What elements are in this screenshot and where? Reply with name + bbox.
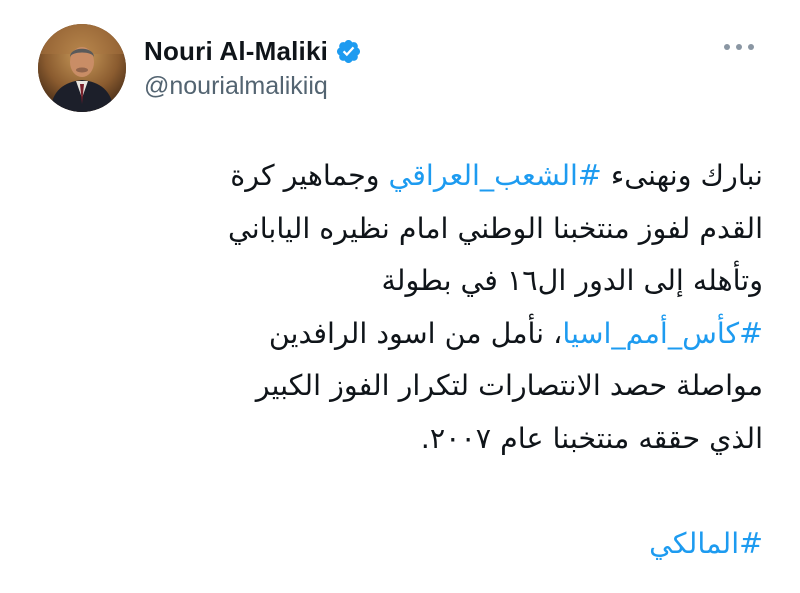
hashtag-link[interactable]: #المالكي xyxy=(649,527,763,560)
tweet-text-segment: نبارك ونهنىء xyxy=(601,159,763,192)
more-options-icon[interactable] xyxy=(724,40,754,54)
avatar[interactable] xyxy=(38,24,126,112)
profile-photo-icon xyxy=(38,24,126,112)
display-name[interactable]: Nouri Al-Maliki xyxy=(144,36,328,67)
name-row: Nouri Al-Maliki xyxy=(144,34,362,68)
tweet-line: نبارك ونهنىء #الشعب_العراقي وجماهير كرة xyxy=(63,150,763,203)
tweet-line: #كأس_أمم_اسيا، نأمل من اسود الرافدين xyxy=(63,308,763,361)
more-dot xyxy=(736,44,742,50)
tweet-line: الذي حققه منتخبنا عام ٢٠٠٧. xyxy=(63,413,763,466)
more-dot xyxy=(724,44,730,50)
tweet-line: مواصلة حصد الانتصارات لتكرار الفوز الكبي… xyxy=(63,360,763,413)
tweet-line: القدم لفوز منتخبنا الوطني امام نظيره الي… xyxy=(63,203,763,256)
hashtag-link[interactable]: #الشعب_العراقي xyxy=(389,159,602,192)
tweet-text-segment: ، نأمل من اسود الرافدين xyxy=(268,316,563,350)
tweet-card: Nouri Al-Maliki @nourialmalikiiq نبارك و… xyxy=(0,0,800,593)
tweet-text: نبارك ونهنىء #الشعب_العراقي وجماهير كرة ا… xyxy=(63,150,763,570)
tweet-header: Nouri Al-Maliki @nourialmalikiiq xyxy=(38,24,768,116)
tweet-text-segment: وتأهله إلى الدور ال١٦ في بطولة xyxy=(381,264,764,297)
tweet-text-segment: الذي حققه منتخبنا عام ٢٠٠٧. xyxy=(420,421,763,455)
tweet-text-segment: القدم لفوز منتخبنا الوطني امام نظيره الي… xyxy=(228,211,763,245)
user-handle[interactable]: @nourialmalikiiq xyxy=(144,72,328,101)
more-dot xyxy=(748,44,754,50)
verified-badge-icon xyxy=(335,38,362,65)
tweet-line: #المالكي xyxy=(63,518,763,571)
tweet-line xyxy=(63,465,763,518)
tweet-line: وتأهله إلى الدور ال١٦ في بطولة xyxy=(63,255,764,308)
hashtag-link[interactable]: #كأس_أمم_اسيا xyxy=(562,317,763,350)
tweet-text-segment: مواصلة حصد الانتصارات لتكرار الفوز الكبي… xyxy=(255,369,763,402)
tweet-text-segment: وجماهير كرة xyxy=(230,159,389,192)
